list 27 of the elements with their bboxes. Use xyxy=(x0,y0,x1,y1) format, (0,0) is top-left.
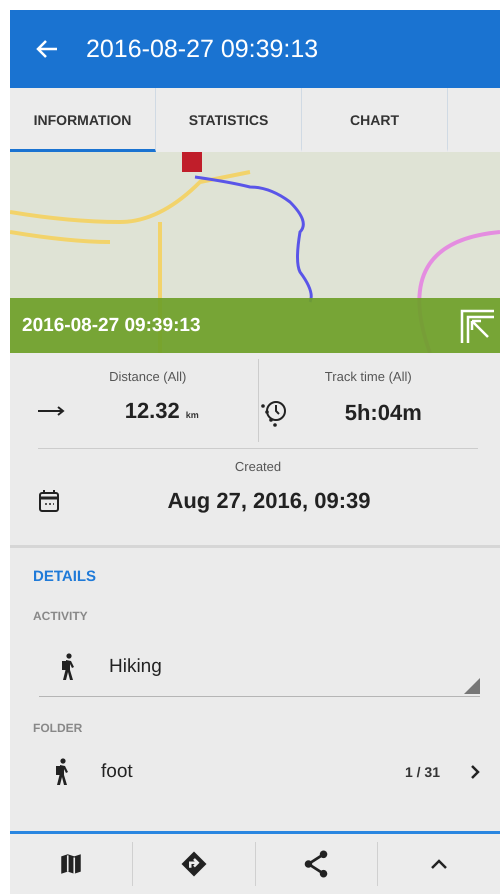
field-label: ACTIVITY xyxy=(33,609,89,623)
back-arrow-icon xyxy=(36,39,58,59)
created-label: Created xyxy=(234,459,282,474)
hiker-icon xyxy=(53,758,71,786)
activity-dropdown[interactable]: Hiking xyxy=(39,637,480,697)
section-heading: DETAILS xyxy=(33,568,98,585)
screen-title: 2016-08-27 09:39:13 xyxy=(86,34,318,64)
stat-label: Track time (All) xyxy=(324,369,412,384)
arrow-right-icon xyxy=(38,406,66,416)
field-label: FOLDER xyxy=(33,721,84,735)
unit-label: km xyxy=(186,410,199,420)
stat-value: 12.32 xyxy=(124,398,180,424)
stat-value: 5h:04m xyxy=(344,400,422,426)
arrow-up-left-icon xyxy=(460,308,494,342)
chevron-right-icon xyxy=(470,764,480,780)
clock-dots-icon xyxy=(258,398,288,428)
expand-button[interactable] xyxy=(460,308,494,342)
hiker-icon xyxy=(59,652,77,680)
back-button[interactable] xyxy=(36,39,58,59)
map-title: 2016-08-27 09:39:13 xyxy=(22,314,201,336)
stat-label: Distance (All) xyxy=(109,369,186,384)
dropdown-corner-icon xyxy=(464,678,480,694)
chevron-up-icon xyxy=(430,858,448,870)
created-date: Aug 27, 2016, 09:39 xyxy=(167,488,370,514)
share-icon xyxy=(303,850,330,878)
calendar-icon xyxy=(38,489,60,513)
folder-selector[interactable]: foot 1 / 31 xyxy=(33,747,480,797)
